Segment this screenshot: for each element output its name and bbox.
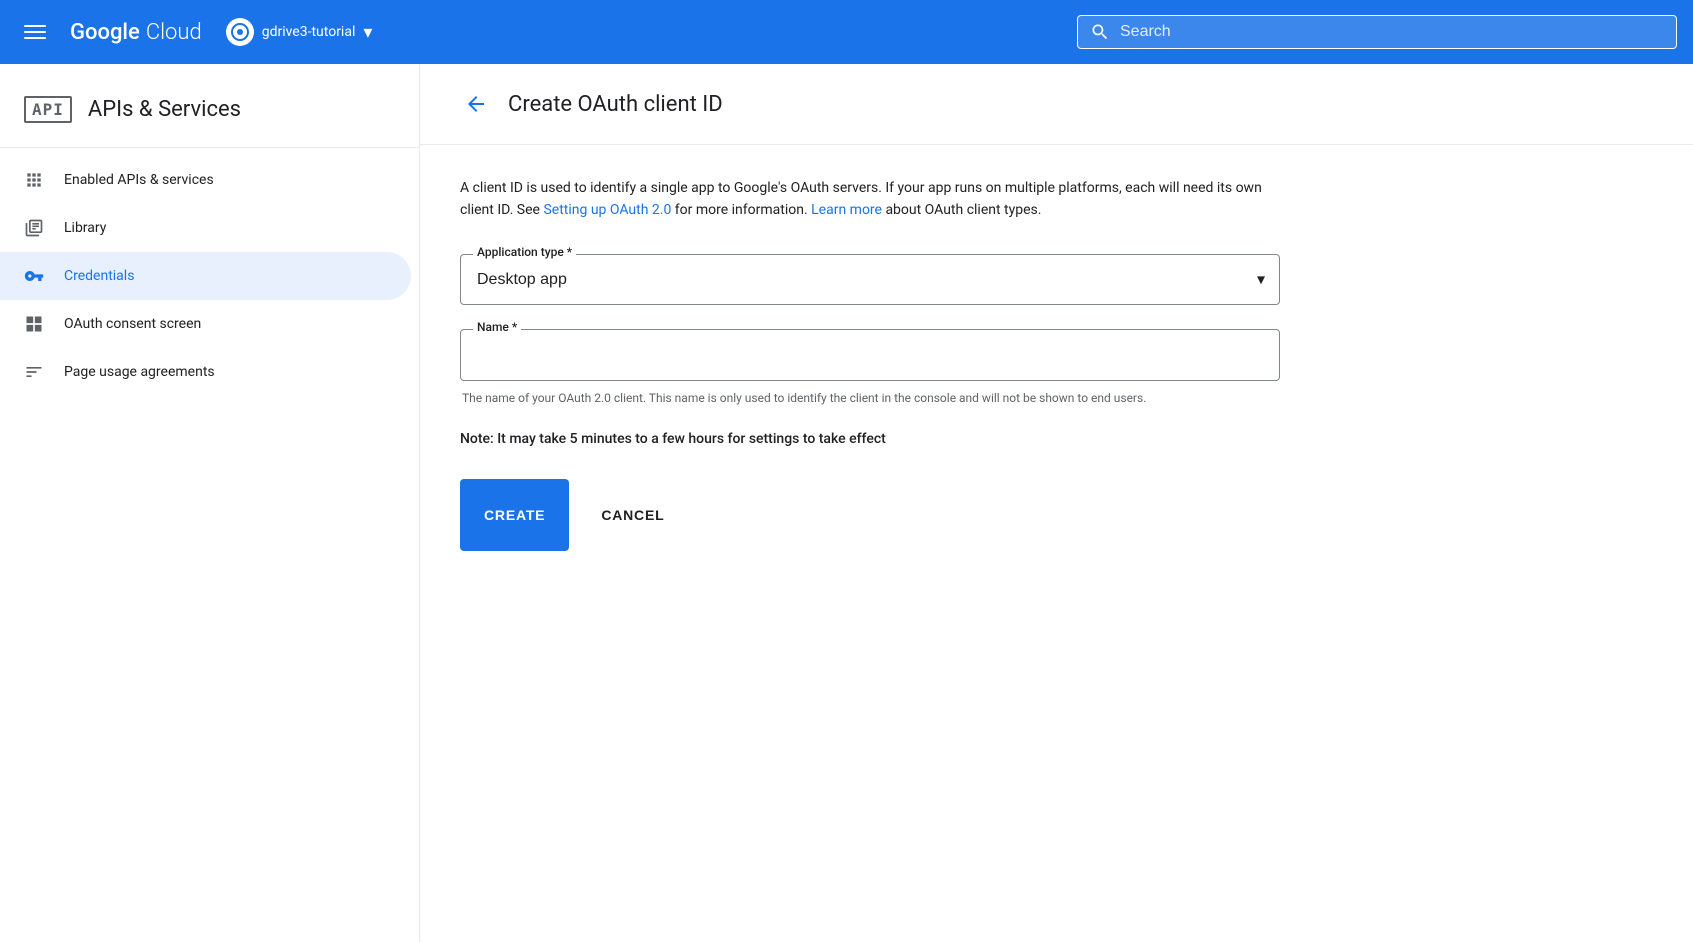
library-icon (24, 218, 44, 238)
description-text: A client ID is used to identify a single… (460, 177, 1280, 222)
sidebar-item-enabled-apis[interactable]: Enabled APIs & services (0, 156, 411, 204)
oauth-icon (24, 314, 44, 334)
sidebar-item-credentials-label: Credentials (64, 268, 134, 284)
settings-list-icon (24, 362, 44, 382)
form-content: A client ID is used to identify a single… (420, 145, 1320, 583)
name-hint: The name of your OAuth 2.0 client. This … (460, 389, 1280, 407)
page-header: Create OAuth client ID (420, 64, 1693, 145)
topbar: Google Cloud gdrive3-tutorial ▾ drive ap… (0, 0, 1693, 64)
menu-button[interactable] (16, 17, 54, 47)
sidebar-header: API APIs & Services (0, 80, 419, 147)
sidebar-item-library-label: Library (64, 220, 106, 236)
sidebar-item-page-usage-label: Page usage agreements (64, 364, 215, 380)
sidebar-item-oauth-consent[interactable]: OAuth consent screen (0, 300, 411, 348)
cancel-button[interactable]: CANCEL (577, 479, 688, 551)
api-badge: API (24, 96, 72, 123)
grid-icon (24, 170, 44, 190)
logo-cloud: Cloud (146, 20, 202, 45)
main-content: Create OAuth client ID A client ID is us… (420, 64, 1693, 942)
name-container: Name * gdrive cli (460, 329, 1280, 381)
project-chevron-icon: ▾ (363, 22, 372, 43)
sidebar-item-credentials[interactable]: Credentials (0, 252, 411, 300)
oauth-link[interactable]: Setting up OAuth 2.0 (543, 202, 671, 218)
project-selector[interactable]: gdrive3-tutorial ▾ (226, 18, 373, 46)
note-text: Note: It may take 5 minutes to a few hou… (460, 431, 1280, 447)
search-icon (1090, 22, 1110, 42)
application-type-label: Application type * (473, 245, 576, 259)
sidebar-item-page-usage[interactable]: Page usage agreements (0, 348, 411, 396)
page-title: Create OAuth client ID (508, 92, 723, 117)
application-type-field: Application type * Desktop app Web appli… (460, 254, 1280, 305)
name-input[interactable]: gdrive cli (461, 330, 1279, 380)
search-bar[interactable]: drive api (1077, 15, 1677, 49)
sidebar-item-enabled-apis-label: Enabled APIs & services (64, 172, 214, 188)
sidebar-title: APIs & Services (88, 97, 241, 122)
application-type-container: Application type * Desktop app Web appli… (460, 254, 1280, 305)
sidebar-item-oauth-label: OAuth consent screen (64, 316, 201, 332)
application-type-select[interactable]: Desktop app Web application Android Chro… (461, 255, 1279, 304)
sidebar-divider (0, 147, 419, 148)
sidebar: API APIs & Services Enabled APIs & servi… (0, 64, 420, 942)
sidebar-item-library[interactable]: Library (0, 204, 411, 252)
search-input[interactable]: drive api (1120, 23, 1664, 41)
google-cloud-logo: Google Cloud (70, 20, 202, 45)
key-icon (24, 266, 44, 286)
main-layout: API APIs & Services Enabled APIs & servi… (0, 64, 1693, 942)
project-name: gdrive3-tutorial (262, 24, 356, 40)
action-buttons: CREATE CANCEL (460, 479, 1280, 551)
name-label: Name * (473, 320, 521, 334)
logo-google: Google (70, 20, 140, 45)
project-icon (226, 18, 254, 46)
back-button[interactable] (460, 88, 492, 120)
name-field: Name * gdrive cli The name of your OAuth… (460, 329, 1280, 407)
learn-more-link[interactable]: Learn more (811, 202, 882, 218)
create-button[interactable]: CREATE (460, 479, 569, 551)
